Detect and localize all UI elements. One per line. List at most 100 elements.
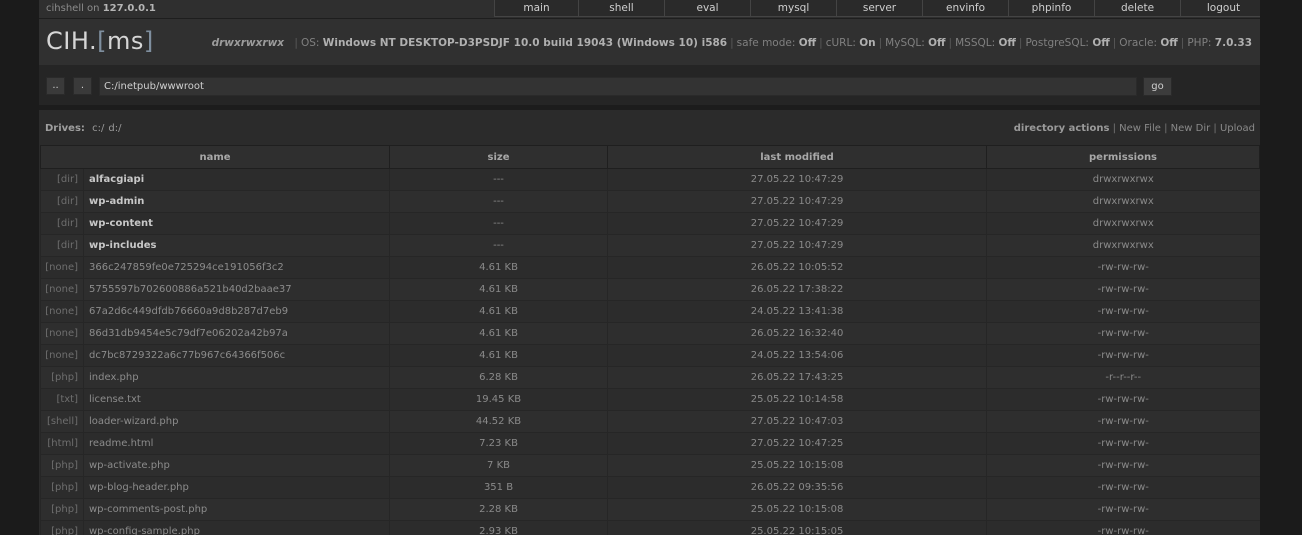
file-name[interactable]: wp-activate.php bbox=[82, 454, 390, 477]
file-modified: 24.05.22 13:54:06 bbox=[607, 344, 987, 367]
sysinfo-value: Off bbox=[798, 37, 817, 49]
file-name[interactable]: wp-content bbox=[82, 212, 390, 235]
table-row[interactable]: [dir] wp-admin --- 27.05.22 10:47:29 drwxrwx… bbox=[40, 190, 1260, 213]
file-permissions[interactable]: -rw-rw-rw- bbox=[986, 344, 1260, 367]
table-row[interactable]: [none] 86d31db9454e5c79df7e06202a42b97a 4.… bbox=[40, 322, 1260, 345]
file-size: 4.61 KB bbox=[389, 256, 608, 279]
drives-label: Drives: bbox=[45, 123, 85, 134]
logo: CIH.[ms] bbox=[46, 27, 154, 55]
file-permissions[interactable]: -rw-rw-rw- bbox=[986, 278, 1260, 301]
file-size: 7.23 KB bbox=[389, 432, 608, 455]
file-name[interactable]: wp-config-sample.php bbox=[82, 520, 390, 535]
file-name[interactable]: wp-blog-header.php bbox=[82, 476, 390, 499]
file-type: [none] bbox=[40, 256, 84, 279]
file-permissions[interactable]: -rw-rw-rw- bbox=[986, 454, 1260, 477]
file-permissions[interactable]: -rw-rw-rw- bbox=[986, 432, 1260, 455]
menu-shell[interactable]: shell bbox=[578, 0, 664, 17]
sysinfo-label: MSSQL: bbox=[955, 37, 996, 49]
file-name[interactable]: wp-includes bbox=[82, 234, 390, 257]
header-last-modified[interactable]: last modified bbox=[607, 145, 988, 169]
file-permissions[interactable]: -rw-rw-rw- bbox=[986, 256, 1260, 279]
file-permissions[interactable]: -rw-rw-rw- bbox=[986, 300, 1260, 323]
file-type: [php] bbox=[40, 520, 84, 535]
menu-server[interactable]: server bbox=[836, 0, 922, 17]
table-row[interactable]: [php] wp-comments-post.php 2.28 KB 25.05.22… bbox=[40, 498, 1260, 521]
menu-delete[interactable]: delete bbox=[1094, 0, 1180, 17]
go-button[interactable]: go bbox=[1143, 77, 1172, 96]
file-permissions[interactable]: -rw-rw-rw- bbox=[986, 388, 1260, 411]
file-permissions[interactable]: drwxrwxrwx bbox=[986, 190, 1260, 213]
file-name[interactable]: loader-wizard.php bbox=[82, 410, 390, 433]
current-dir-button[interactable]: . bbox=[73, 77, 92, 95]
action-new-file[interactable]: New File bbox=[1119, 123, 1161, 134]
drive-link[interactable]: d:/ bbox=[108, 123, 121, 134]
table-row[interactable]: [none] 5755597b702600886a521b40d2baae37 4.… bbox=[40, 278, 1260, 301]
table-row[interactable]: [shell] loader-wizard.php 44.52 KB 27.05.22… bbox=[40, 410, 1260, 433]
file-name[interactable]: readme.html bbox=[82, 432, 390, 455]
table-row[interactable]: [dir] wp-content --- 27.05.22 10:47:29 drwxr… bbox=[40, 212, 1260, 235]
file-permissions[interactable]: -rw-rw-rw- bbox=[986, 498, 1260, 521]
file-permissions[interactable]: -r--r--r-- bbox=[986, 366, 1260, 389]
file-name[interactable]: dc7bc8729322a6c77b967c64366f506c bbox=[82, 344, 390, 367]
file-type: [php] bbox=[40, 366, 84, 389]
parent-dir-button[interactable]: .. bbox=[46, 77, 65, 95]
sysinfo-separator: | bbox=[1018, 37, 1023, 49]
file-name[interactable]: 366c247859fe0e725294ce191056f3c2 bbox=[82, 256, 390, 279]
action-upload[interactable]: Upload bbox=[1220, 123, 1255, 134]
file-modified: 24.05.22 13:41:38 bbox=[607, 300, 987, 323]
path-input[interactable] bbox=[99, 77, 1137, 96]
file-permissions[interactable]: -rw-rw-rw- bbox=[986, 520, 1260, 535]
file-permissions[interactable]: -rw-rw-rw- bbox=[986, 322, 1260, 345]
menu-eval[interactable]: eval bbox=[664, 0, 750, 17]
shell-window: cihshell on 127.0.0.1 main shell eval mysql… bbox=[39, 0, 1260, 535]
file-size: 2.93 KB bbox=[389, 520, 608, 535]
directory-actions-label: directory actions bbox=[1013, 123, 1110, 134]
file-name[interactable]: wp-comments-post.php bbox=[82, 498, 390, 521]
file-permissions[interactable]: -rw-rw-rw- bbox=[986, 476, 1260, 499]
menu-mysql[interactable]: mysql bbox=[750, 0, 836, 17]
file-permissions[interactable]: drwxrwxrwx bbox=[986, 212, 1260, 235]
file-permissions[interactable]: -rw-rw-rw- bbox=[986, 410, 1260, 433]
drive-link[interactable]: c:/ bbox=[92, 123, 104, 134]
table-row[interactable]: [dir] alfacgiapi --- 27.05.22 10:47:29 drwxr… bbox=[40, 168, 1260, 191]
menu-main[interactable]: main bbox=[494, 0, 578, 17]
file-size: --- bbox=[389, 212, 608, 235]
file-name[interactable]: alfacgiapi bbox=[82, 168, 390, 191]
header-name[interactable]: name bbox=[39, 145, 391, 169]
logo-main: CIH. bbox=[46, 27, 98, 55]
sysinfo-separator: | bbox=[948, 37, 953, 49]
table-row[interactable]: [php] wp-activate.php 7 KB 25.05.22 10:15:0… bbox=[40, 454, 1260, 477]
host-prefix: cihshell on bbox=[46, 3, 100, 14]
table-row[interactable]: [none] 67a2d6c449dfdb76660a9d8b287d7eb9 4.… bbox=[40, 300, 1260, 323]
dir-permissions: drwxrwxrwx bbox=[211, 37, 285, 49]
file-type: [dir] bbox=[40, 212, 84, 235]
menu-logout[interactable]: logout bbox=[1180, 0, 1260, 17]
file-size: 7 KB bbox=[389, 454, 608, 477]
table-row[interactable]: [none] 366c247859fe0e725294ce191056f3c2 4.… bbox=[40, 256, 1260, 279]
file-name[interactable]: 86d31db9454e5c79df7e06202a42b97a bbox=[82, 322, 390, 345]
header-size[interactable]: size bbox=[389, 145, 609, 169]
file-name[interactable]: license.txt bbox=[82, 388, 390, 411]
table-row[interactable]: [php] wp-config-sample.php 2.93 KB 25.05.22… bbox=[40, 520, 1260, 535]
file-size: --- bbox=[389, 190, 608, 213]
table-row[interactable]: [dir] wp-includes --- 27.05.22 10:47:29 drwx… bbox=[40, 234, 1260, 257]
table-row[interactable]: [none] dc7bc8729322a6c77b967c64366f506c 4.… bbox=[40, 344, 1260, 367]
table-row[interactable]: [php] wp-blog-header.php 351 B 26.05.22 09:… bbox=[40, 476, 1260, 499]
table-row[interactable]: [html] readme.html 7.23 KB 27.05.22 10:47:2… bbox=[40, 432, 1260, 455]
menu-phpinfo[interactable]: phpinfo bbox=[1008, 0, 1094, 17]
file-name[interactable]: index.php bbox=[82, 366, 390, 389]
menu-envinfo[interactable]: envinfo bbox=[922, 0, 1008, 17]
file-name[interactable]: 67a2d6c449dfdb76660a9d8b287d7eb9 bbox=[82, 300, 390, 323]
system-info: drwxrwxrwx | OS: Windows NT DESKTOP-D3PSD… bbox=[212, 37, 1252, 49]
header-permissions[interactable]: permissions bbox=[986, 145, 1260, 169]
action-new-dir[interactable]: New Dir bbox=[1171, 123, 1211, 134]
file-size: 19.45 KB bbox=[389, 388, 608, 411]
file-modified: 27.05.22 10:47:03 bbox=[607, 410, 987, 433]
file-permissions[interactable]: drwxrwxrwx bbox=[986, 234, 1260, 257]
file-size: 4.61 KB bbox=[389, 344, 608, 367]
file-name[interactable]: 5755597b702600886a521b40d2baae37 bbox=[82, 278, 390, 301]
table-row[interactable]: [txt] license.txt 19.45 KB 25.05.22 10:14:5… bbox=[40, 388, 1260, 411]
file-name[interactable]: wp-admin bbox=[82, 190, 390, 213]
table-row[interactable]: [php] index.php 6.28 KB 26.05.22 17:43:25 -r… bbox=[40, 366, 1260, 389]
file-permissions[interactable]: drwxrwxrwx bbox=[986, 168, 1260, 191]
